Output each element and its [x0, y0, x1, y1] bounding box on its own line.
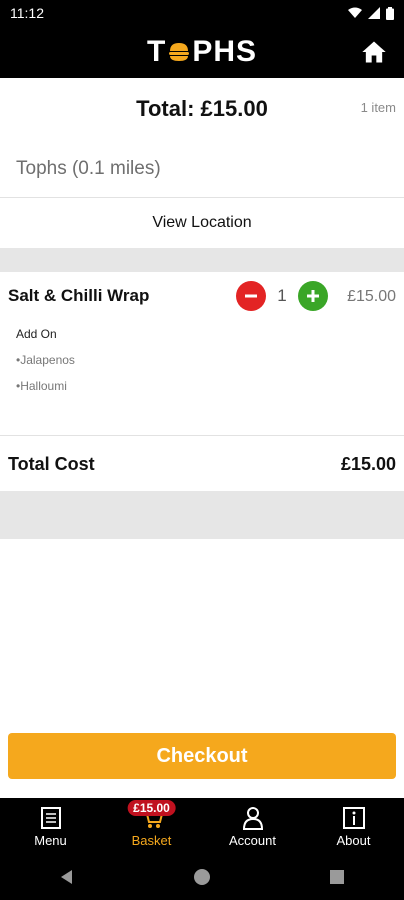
person-icon	[242, 807, 263, 830]
item-price: £15.00	[347, 288, 396, 305]
total-cost-label: Total Cost	[8, 453, 95, 474]
recents-icon[interactable]	[327, 867, 347, 887]
nav-about[interactable]: About	[303, 798, 404, 854]
decrease-quantity-button[interactable]	[236, 281, 266, 311]
addon-item: •Halloumi	[16, 379, 67, 393]
status-time: 11:12	[10, 5, 44, 21]
burger-icon	[169, 43, 190, 61]
section-separator	[0, 248, 404, 272]
logo-text-right: PHS	[192, 35, 257, 68]
nav-menu[interactable]: Menu	[0, 798, 101, 854]
nav-basket-label: Basket	[131, 833, 172, 848]
home-icon[interactable]	[360, 38, 388, 66]
store-name-text: Tophs (0.1 miles)	[16, 157, 161, 179]
basket-item: Salt & Chilli Wrap 1 £15.00 Add On •Jala…	[0, 272, 404, 436]
checkout-button[interactable]: Checkout	[8, 733, 396, 779]
back-icon[interactable]	[57, 867, 77, 887]
nav-account-label: Account	[229, 833, 276, 848]
item-quantity: 1	[277, 286, 287, 305]
view-location-label: View Location	[152, 214, 252, 231]
total-cost-row: Total Cost £15.00	[0, 436, 404, 492]
info-icon	[342, 807, 365, 829]
plus-icon	[307, 290, 319, 302]
store-name: Tophs (0.1 miles)	[0, 140, 404, 198]
status-bar: 11:12	[0, 0, 404, 26]
minus-icon	[245, 294, 257, 298]
basket-total-header: Total: £15.00 1 item	[0, 78, 404, 140]
increase-quantity-button[interactable]	[298, 281, 328, 311]
total-cost-value: £15.00	[340, 453, 396, 474]
item-count: 1 item	[360, 100, 396, 115]
checkout-label: Checkout	[156, 744, 248, 767]
nav-basket[interactable]: £15.00 Basket	[101, 798, 202, 854]
nav-account[interactable]: Account	[202, 798, 303, 854]
nav-menu-label: Menu	[34, 833, 67, 848]
item-name: Salt & Chilli Wrap	[8, 286, 150, 305]
app-header: T PHS	[0, 26, 404, 78]
battery-icon	[386, 6, 394, 20]
menu-book-icon	[40, 807, 61, 829]
addon-title: Add On	[16, 327, 57, 341]
logo-text-left: T	[146, 35, 167, 68]
view-location-button[interactable]: View Location	[0, 198, 404, 248]
bottom-nav: Menu £15.00 Basket Account About	[0, 798, 404, 854]
tophs-logo: T PHS	[0, 26, 404, 78]
total-label: Total: £15.00	[136, 96, 268, 121]
status-icons	[348, 6, 394, 20]
quantity-stepper: 1	[236, 281, 328, 311]
system-nav-bar	[0, 854, 404, 900]
addon-item: •Jalapenos	[16, 353, 75, 367]
signal-icon	[368, 7, 380, 19]
section-separator	[0, 491, 404, 539]
wifi-icon	[348, 7, 362, 18]
nav-about-label: About	[336, 833, 371, 848]
home-circle-icon[interactable]	[192, 867, 212, 887]
basket-total-badge: £15.00	[127, 800, 176, 816]
